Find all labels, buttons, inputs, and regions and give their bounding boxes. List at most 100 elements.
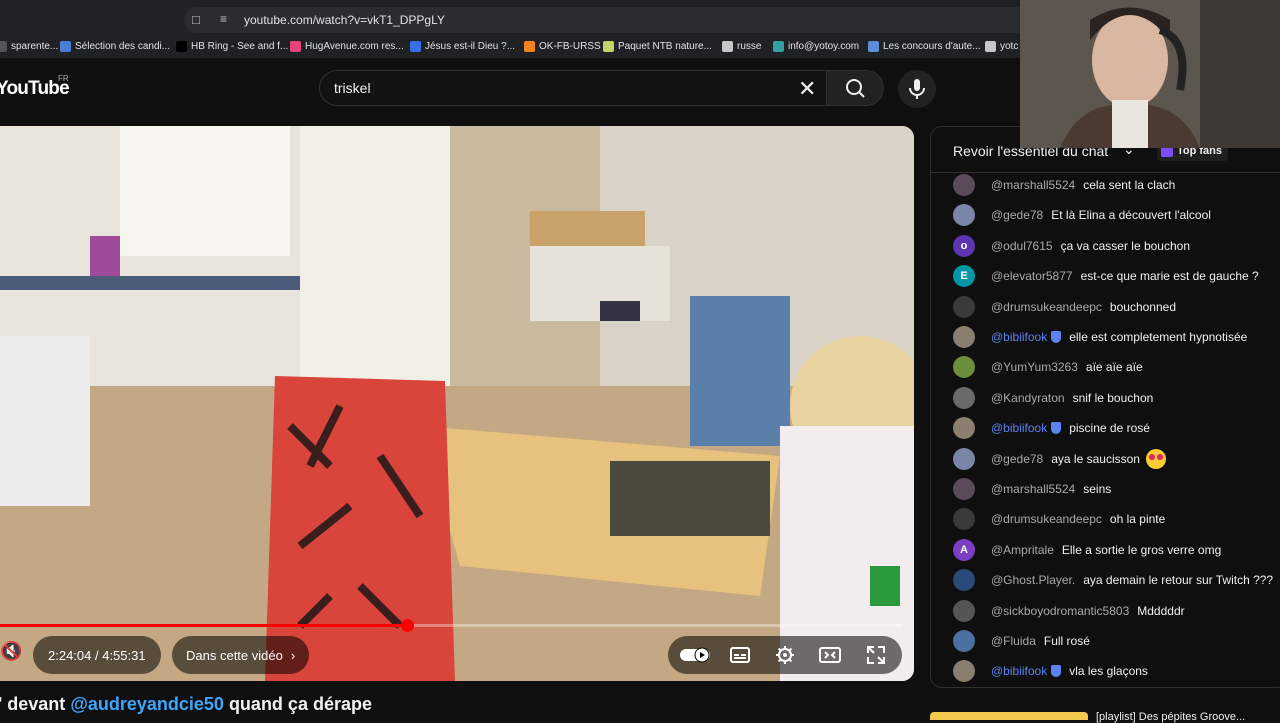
chat-message[interactable]: E @elevator5877 est-ce que marie est de ga… [953,264,1259,288]
chat-message-text: oh la pinte [1109,512,1166,527]
moderator-shield-icon [1051,665,1062,678]
search-query[interactable]: triskel [334,80,371,96]
chat-message-text: piscine de rosé [1069,421,1150,436]
chat-message[interactable]: @bibiifook vla les glaçons [953,659,1148,683]
chat-message[interactable]: @marshall5524 seins [953,477,1111,501]
avatar[interactable] [953,478,975,500]
chat-message[interactable]: o @odul7615 ça va casser le bouchon [953,234,1190,258]
settings-gear-icon[interactable] [775,645,795,665]
fullscreen-icon[interactable] [866,645,886,665]
search-input[interactable]: triskel ✕ [319,70,832,106]
chat-author[interactable]: @drumsukeandeepc [991,512,1102,526]
webcam-overlay [1020,0,1280,148]
theater-mode-icon[interactable] [819,646,841,664]
chat-author[interactable]: @drumsukeandeepc [991,300,1102,314]
chat-author[interactable]: @marshall5524 [991,482,1075,496]
address-bar[interactable]: □ ≡ youtube.com/watch?v=vkT1_DPPgLY ▭ ⊕ … [184,7,1201,33]
bookmark-star-icon[interactable]: □ [192,12,200,27]
avatar[interactable] [953,295,975,318]
chat-message[interactable]: @sickboyodromantic5803 Mdddddr [953,599,1185,623]
chat-author[interactable]: @bibiifook [991,664,1047,678]
avatar[interactable]: A [953,538,975,561]
chat-author[interactable]: @odul7615 [991,239,1053,253]
hb-icon [176,41,187,52]
bookmark-item[interactable]: Sélection des candi... [60,41,170,52]
chat-author[interactable]: @marshall5524 [991,178,1075,192]
progress-bar[interactable] [0,619,902,632]
chat-author[interactable]: @Fluida [991,634,1036,648]
time-display: 2:24:04 / 4:55:31 [33,636,161,674]
url-text[interactable]: youtube.com/watch?v=vkT1_DPPgLY [244,13,445,27]
chat-message[interactable]: @bibiifook piscine de rosé [953,416,1150,440]
progress-scrubber[interactable] [400,619,414,632]
chat-message[interactable]: @marshall5524 cela sent la clach [953,173,1175,197]
avatar[interactable] [953,630,975,652]
chat-author[interactable]: @sickboyodromantic5803 [991,604,1129,618]
chat-message[interactable]: @gede78 Et là Elina a découvert l'alcool [953,203,1211,227]
clear-search-icon[interactable]: ✕ [798,76,816,102]
bookmark-item[interactable]: Jésus est-il Dieu ?... [410,41,515,52]
avatar[interactable] [953,174,975,196]
chat-author[interactable]: @gede78 [991,208,1043,222]
bookmark-item[interactable]: Les concours d'aute... [868,41,981,52]
chat-author[interactable]: @bibiifook [991,330,1047,344]
bookmark-item[interactable]: HB Ring - See and f... [176,41,288,52]
chat-message-text: Full rosé [1043,634,1090,648]
avatar[interactable] [953,508,975,531]
bookmark-item[interactable]: russe [722,41,761,52]
avatar[interactable] [953,660,975,683]
avatar[interactable]: o [953,234,975,257]
video-player[interactable]: 🔇 2:24:04 / 4:55:31 Dans cette vidéo › [0,126,914,681]
avatar[interactable]: E [953,265,975,288]
heart-eyes-emoji-icon [1145,448,1166,469]
chat-message[interactable]: @drumsukeandeepc bouchonned [953,295,1176,319]
chat-message[interactable]: @bibiifook elle est completement hypnotis… [953,325,1247,349]
chat-author[interactable]: @YumYum3263 [991,360,1078,374]
avatar[interactable] [953,326,975,348]
subtitles-icon[interactable] [730,646,750,664]
chat-message[interactable]: @Fluida Full rosé [953,629,1090,653]
chat-message[interactable]: @Ghost.Player. aya demain le retour sur T… [953,568,1273,592]
bookmark-item[interactable]: info@yotoy.com [773,41,859,52]
avatar[interactable] [953,204,975,227]
bookmark-item[interactable]: Paquet NTB nature... [603,41,712,52]
title-mention-link[interactable]: @audreyandcie50 [70,694,224,714]
chat-author[interactable]: @Ampritale [991,543,1054,557]
chat-author[interactable]: @elevator5877 [991,269,1073,283]
chat-author[interactable]: @Kandyraton [991,391,1065,405]
avatar[interactable] [953,386,975,409]
avatar[interactable] [953,599,975,622]
avatar[interactable] [953,569,975,592]
next-video-title[interactable]: [playlist] Des pépites Groove... [1096,711,1245,723]
chat-message[interactable]: @YumYum3263 aïe aïe aïe [953,355,1143,379]
video-title: ' devant @audreyandcie50 quand ça dérape [0,694,372,715]
voice-search-button[interactable] [898,70,936,108]
bookmark-label: info@yotoy.com [788,41,860,52]
right-controls [668,636,902,674]
bookmark-item[interactable]: sparente... [0,41,58,52]
chapters-button[interactable]: Dans cette vidéo › [172,636,310,674]
chevron-right-icon: › [290,647,296,663]
bookmark-item[interactable]: HugAvenue.com res... [290,41,404,52]
chat-message[interactable]: @drumsukeandeepc oh la pinte [953,507,1165,531]
chat-author[interactable]: @gede78 [991,452,1043,466]
avatar[interactable] [953,447,975,470]
bookmark-item[interactable]: yotc [985,41,1018,52]
search-button[interactable] [826,70,884,106]
avatar[interactable] [953,356,975,379]
chat-author[interactable]: @bibiifook [991,421,1047,435]
autoplay-toggle-icon[interactable] [680,647,712,663]
next-video-thumbnail[interactable] [930,712,1088,720]
chat-message[interactable]: A @Ampritale Elle a sortie le gros verre o… [953,538,1221,562]
mute-icon[interactable]: 🔇 [0,641,22,662]
avatar[interactable] [953,417,975,440]
chat-message-text: Elle a sortie le gros verre omg [1061,542,1222,557]
bookmark-label: yotc [1000,41,1019,52]
chat-message-text: aïe aïe aïe [1085,360,1143,375]
chat-author[interactable]: @Ghost.Player. [991,573,1075,587]
chat-message[interactable]: @gede78 aya le saucisson [953,447,1166,471]
chat-message[interactable]: @Kandyraton snif le bouchon [953,386,1153,410]
bookmark-item[interactable]: OK-FB-URSS [524,41,601,52]
site-info-icon[interactable]: ≡ [220,12,227,26]
folder-icon [722,41,733,52]
